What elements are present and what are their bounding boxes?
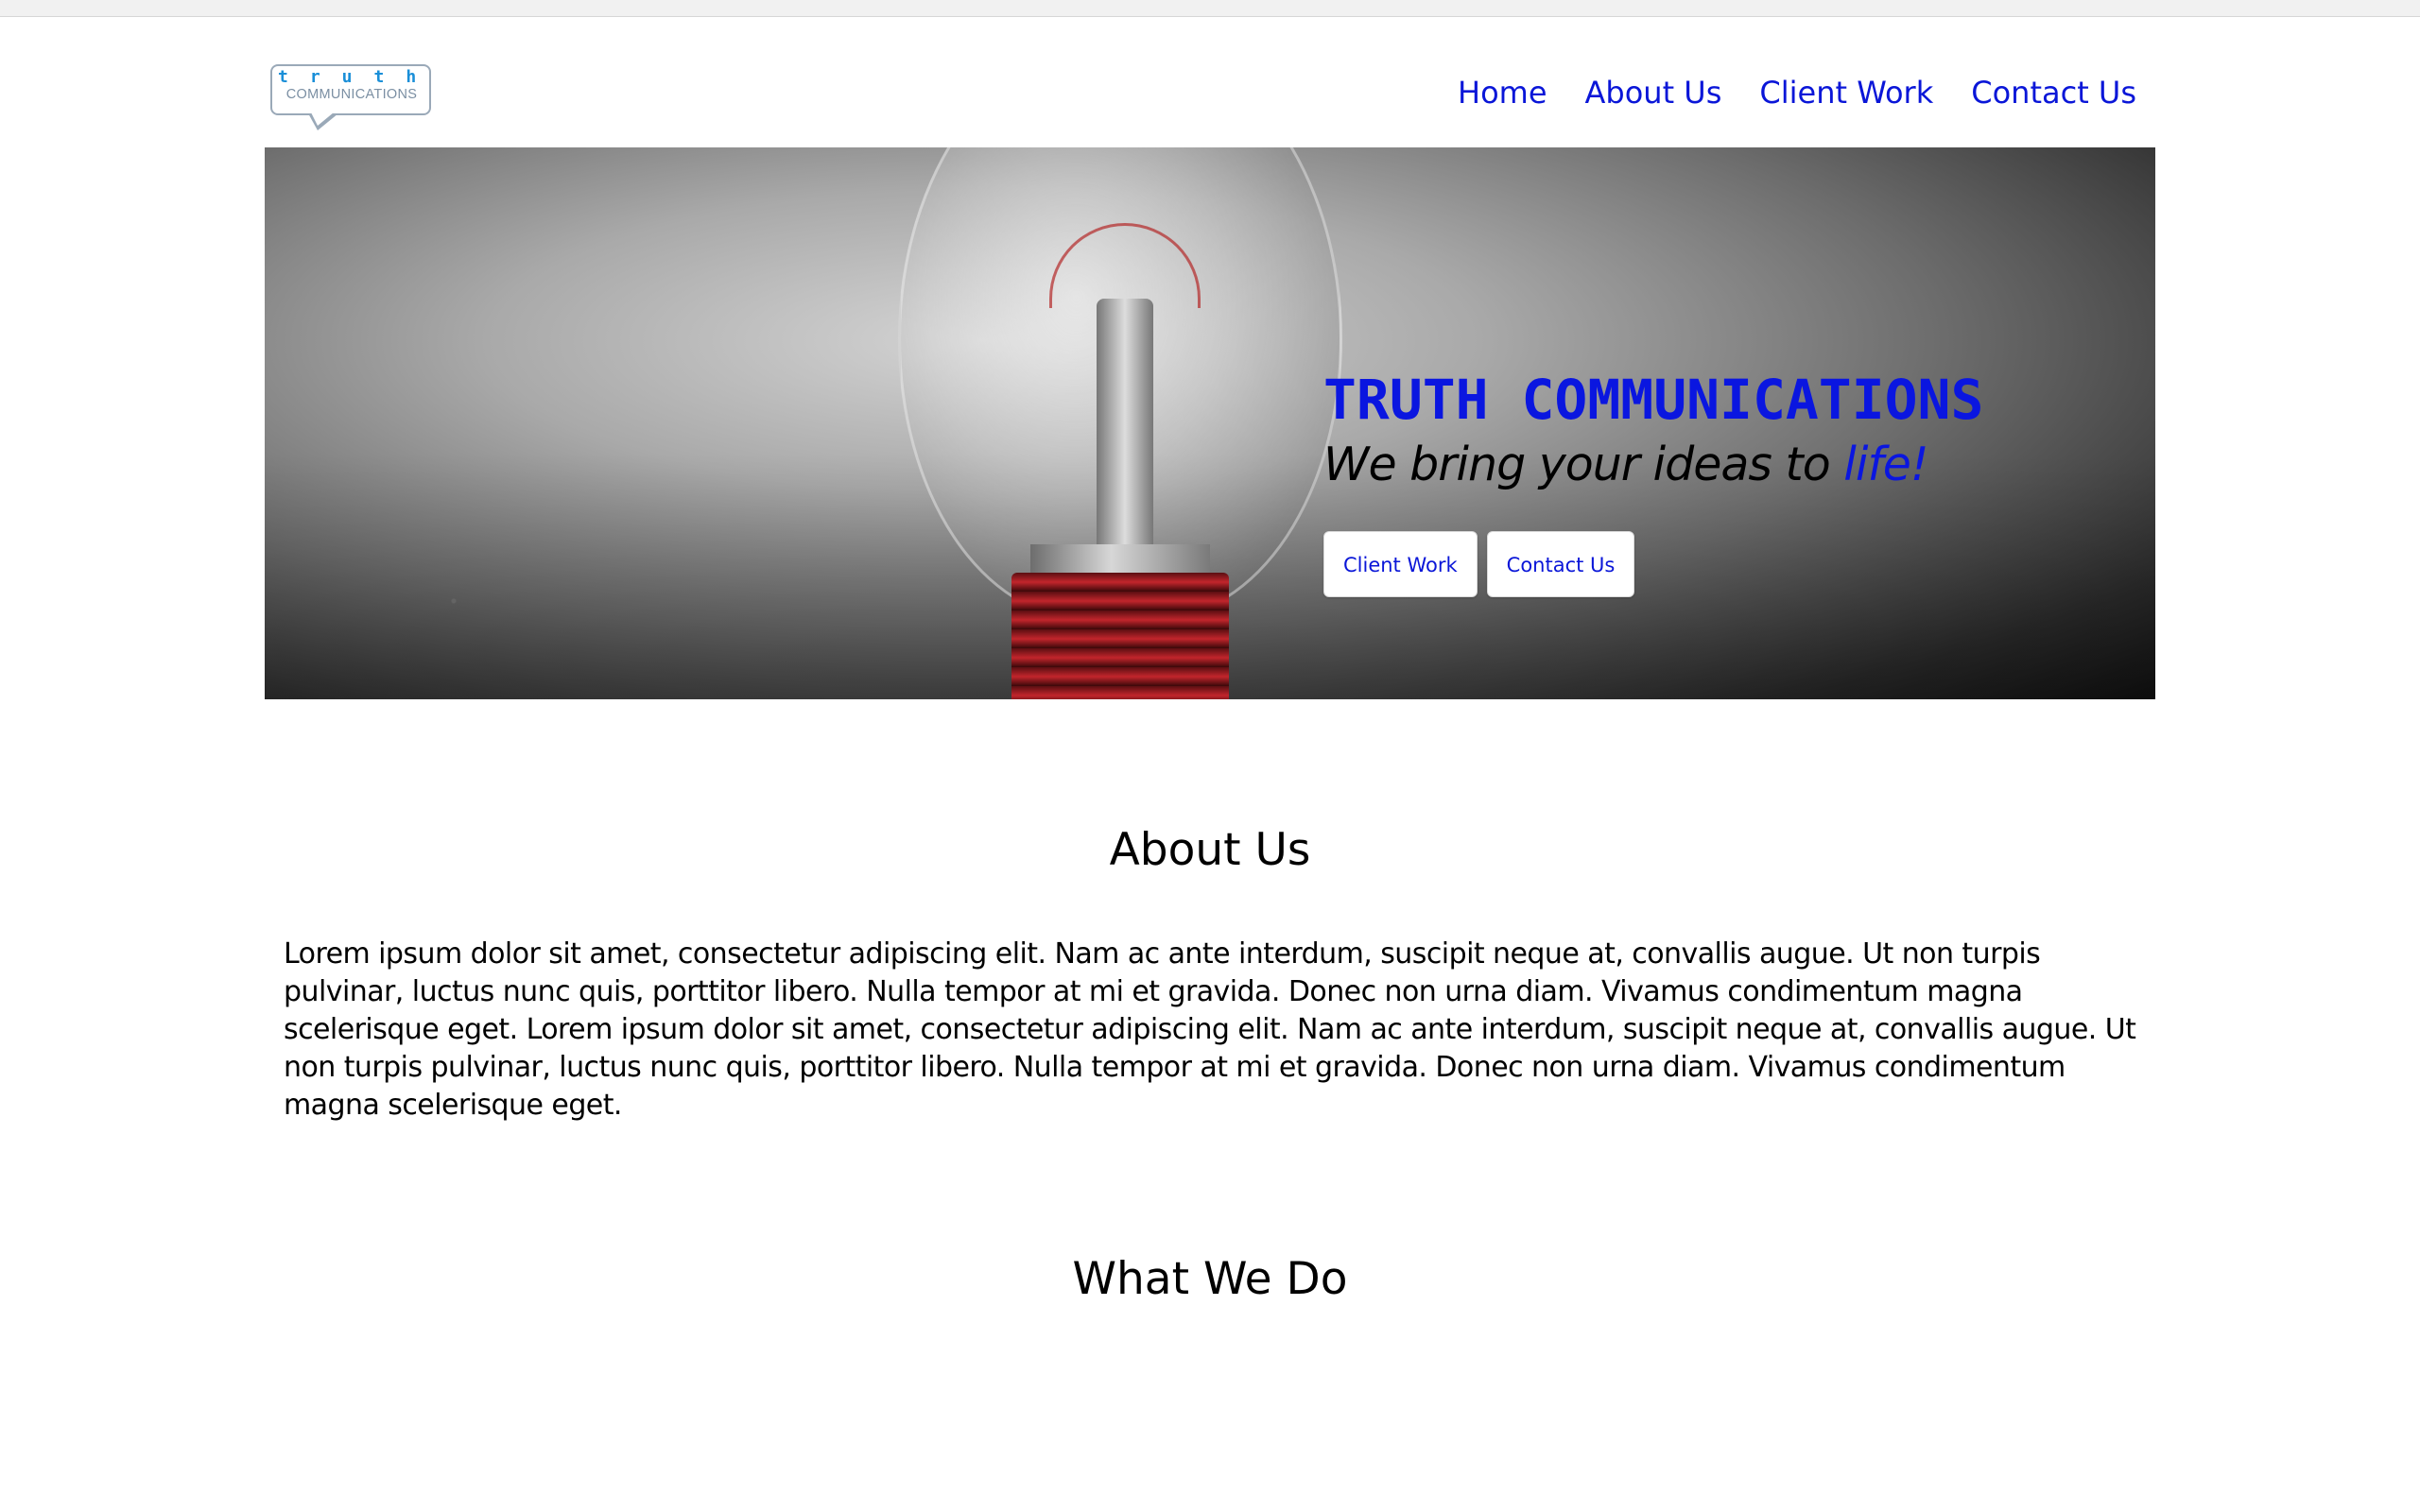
logo-word: truth <box>278 67 439 87</box>
brand-logo[interactable]: truth COMMUNICATIONS <box>270 64 433 132</box>
lightbulb-filament-stem <box>1097 299 1153 554</box>
hero-title: TRUTH COMMUNICATIONS <box>1323 368 1984 432</box>
nav-link-about-us[interactable]: About Us <box>1585 74 1722 112</box>
hero-banner: TRUTH COMMUNICATIONS We bring your ideas… <box>265 147 2155 699</box>
about-us-heading: About Us <box>1109 824 1311 876</box>
hero-tagline-highlight: life! <box>1843 438 1928 491</box>
about-us-paragraph: Lorem ipsum dolor sit amet, consectetur … <box>284 937 2136 1122</box>
hero-tagline-main: We bring your ideas to <box>1323 438 1844 491</box>
logo-subtext: COMMUNICATIONS <box>285 87 418 102</box>
contact-us-button[interactable]: Contact Us <box>1486 531 1635 597</box>
nav-link-client-work[interactable]: Client Work <box>1759 74 1933 112</box>
site-header: truth COMMUNICATIONS Home About Us Clien… <box>265 38 2155 147</box>
main-nav: Home About Us Client Work Contact Us <box>1458 74 2136 112</box>
browser-top-strip <box>0 0 2420 17</box>
hero-text-block: TRUTH COMMUNICATIONS We bring your ideas… <box>1323 370 2136 597</box>
what-we-do-heading: What We Do <box>1072 1253 1348 1305</box>
nav-link-home[interactable]: Home <box>1458 74 1547 112</box>
logo-bubble-tail-inner <box>311 112 334 126</box>
nav-link-contact-us[interactable]: Contact Us <box>1971 74 2136 112</box>
hero-tagline: We bring your ideas to life! <box>1323 437 2136 493</box>
hero-buttons: Client Work Contact Us <box>1323 531 2136 597</box>
lightbulb-base <box>1011 573 1229 699</box>
client-work-button[interactable]: Client Work <box>1323 531 1478 597</box>
